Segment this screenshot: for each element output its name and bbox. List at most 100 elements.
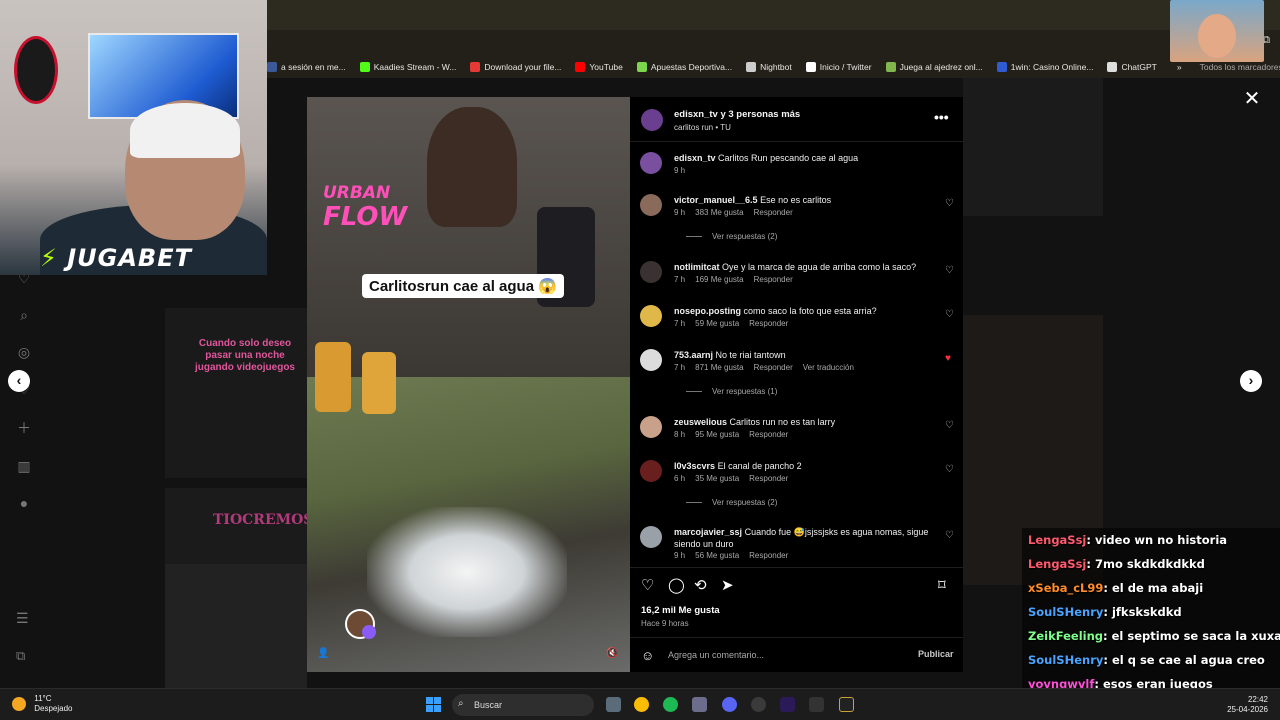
reply-button[interactable]: Responder	[749, 319, 788, 328]
previous-post-button[interactable]: ‹	[8, 370, 30, 392]
app-icon[interactable]	[809, 697, 824, 712]
view-replies-button[interactable]: Ver respuestas (2)	[686, 498, 777, 507]
app-icon[interactable]	[839, 697, 854, 712]
likes-count[interactable]: 16,2 mil Me gusta	[641, 605, 720, 616]
bookmark-item[interactable]: Download your file...	[470, 62, 561, 72]
comment-icon[interactable]: ◯	[668, 576, 685, 594]
comment-like-icon[interactable]: ♡	[945, 265, 954, 276]
bookmark-label: Apuestas Deportiva...	[650, 62, 733, 72]
comment-like-icon[interactable]: ♥	[945, 353, 951, 364]
comment-text: El canal de pancho 2	[717, 461, 802, 471]
share-icon[interactable]: ➤	[721, 576, 734, 594]
comment-username[interactable]: zeuswelious	[674, 417, 727, 427]
reply-button[interactable]: Responder	[749, 551, 788, 560]
mute-icon[interactable]: 🔇	[606, 648, 618, 659]
comment-username[interactable]: nosepo.posting	[674, 306, 741, 316]
bookmark-favicon-icon	[885, 62, 896, 72]
post-audio[interactable]: carlitos run • TU	[674, 123, 731, 132]
more-bookmarks-button[interactable]: »	[1177, 62, 1182, 72]
translate-button[interactable]: Ver traducción	[803, 363, 854, 372]
comment-username[interactable]: l0v3scvrs	[674, 461, 715, 471]
reply-button[interactable]: Responder	[754, 208, 793, 217]
comment-input[interactable]	[668, 647, 898, 663]
emoji-icon[interactable]: ☺	[641, 648, 654, 663]
tagged-user-icon[interactable]: 👤	[317, 648, 329, 659]
dashboard-icon[interactable]: ▥	[17, 458, 30, 475]
comment-likes[interactable]: 383 Me gusta	[695, 208, 743, 217]
more-options-icon[interactable]: •••	[934, 109, 949, 125]
file-explorer-icon[interactable]	[606, 697, 621, 712]
comment-like-icon[interactable]: ♡	[945, 530, 954, 541]
bookmark-item[interactable]: Kaadies Stream - W...	[359, 62, 456, 72]
steam-icon[interactable]	[751, 697, 766, 712]
view-replies-button[interactable]: Ver respuestas (2)	[686, 232, 777, 241]
bookmark-item[interactable]: Juega al ajedrez onl...	[885, 62, 983, 72]
bookmark-item[interactable]: Inicio / Twitter	[805, 62, 872, 72]
view-replies-button[interactable]: Ver respuestas (1)	[686, 387, 777, 396]
comment-username[interactable]: edisxn_tv	[674, 153, 716, 163]
comment-username[interactable]: victor_manuel__6.5	[674, 195, 758, 205]
repost-icon[interactable]: ⟲	[694, 576, 707, 594]
bookmark-favicon-icon	[996, 62, 1007, 72]
comment-likes[interactable]: 35 Me gusta	[695, 474, 739, 483]
commenter-avatar[interactable]	[640, 416, 662, 438]
comment-username[interactable]: notlimitcat	[674, 262, 720, 272]
premiere-icon[interactable]	[780, 697, 795, 712]
comment-likes[interactable]: 56 Me gusta	[695, 551, 739, 560]
bookmark-item[interactable]: 1win: Casino Online...	[996, 62, 1093, 72]
post-author[interactable]: edisxn_tv y 3 personas más	[674, 109, 800, 120]
bookmark-item[interactable]: YouTube	[575, 62, 623, 72]
bg-thumbnail	[165, 564, 307, 688]
reply-button[interactable]: Responder	[749, 430, 788, 439]
commenter-avatar[interactable]	[640, 194, 662, 216]
comment-like-icon[interactable]: ♡	[945, 464, 954, 475]
commenter-avatar[interactable]	[640, 526, 662, 548]
system-clock[interactable]: 22:42 25-04-2026	[1227, 695, 1268, 715]
comment-likes[interactable]: 59 Me gusta	[695, 319, 739, 328]
taskbar-search[interactable]: ⌕ Buscar	[452, 694, 594, 716]
menu-icon[interactable]: ☰	[16, 610, 29, 627]
address-bar[interactable]	[267, 30, 1280, 56]
discord-icon[interactable]	[722, 697, 737, 712]
commenter-avatar[interactable]	[640, 261, 662, 283]
meta-icon[interactable]: ⧉	[16, 648, 25, 664]
chrome-icon[interactable]	[634, 697, 649, 712]
comment-like-icon[interactable]: ♡	[945, 309, 954, 320]
bookmark-item[interactable]: a sesión en me...	[267, 62, 346, 72]
bookmark-item[interactable]: Nightbot	[746, 62, 792, 72]
weather-widget[interactable]: 11°C Despejado	[12, 694, 72, 714]
next-post-button[interactable]: ›	[1240, 370, 1262, 392]
publish-button[interactable]: Publicar	[918, 649, 954, 659]
bookmark-item[interactable]: ChatGPT	[1107, 62, 1157, 72]
commenter-avatar[interactable]	[640, 349, 662, 371]
author-avatar[interactable]	[641, 109, 663, 131]
commenter-avatar[interactable]	[640, 152, 662, 174]
like-icon[interactable]: ♡	[641, 576, 654, 594]
profile-icon[interactable]: ●	[20, 495, 28, 511]
comment-time: 7 h	[674, 275, 686, 284]
close-icon[interactable]: ✕	[1241, 88, 1263, 110]
reel-video[interactable]: URBAN FLOW Carlitosrun cae al agua 😱 👤 🔇	[307, 97, 630, 672]
reply-button[interactable]: Responder	[754, 275, 793, 284]
reply-button[interactable]: Responder	[749, 474, 788, 483]
all-bookmarks-button[interactable]: Todos los marcadores	[1200, 62, 1280, 72]
comment-likes[interactable]: 95 Me gusta	[695, 430, 739, 439]
sun-icon	[12, 697, 26, 711]
comment-username[interactable]: marcojavier_ssj	[674, 527, 742, 537]
commenter-avatar[interactable]	[640, 460, 662, 482]
search-icon[interactable]: ⌕	[20, 307, 28, 324]
spotify-icon[interactable]	[663, 697, 678, 712]
comment-likes[interactable]: 871 Me gusta	[695, 363, 743, 372]
app-icon[interactable]	[692, 697, 707, 712]
comment-username[interactable]: 753.aarnj	[674, 350, 713, 360]
bookmark-item[interactable]: Apuestas Deportiva...	[636, 62, 733, 72]
start-button[interactable]	[426, 697, 441, 712]
comment-like-icon[interactable]: ♡	[945, 420, 954, 431]
comment-likes[interactable]: 169 Me gusta	[695, 275, 743, 284]
explore-icon[interactable]: ◎	[18, 344, 30, 361]
commenter-avatar[interactable]	[640, 305, 662, 327]
reply-button[interactable]: Responder	[754, 363, 793, 372]
create-icon[interactable]: ＋	[17, 418, 31, 438]
comment-like-icon[interactable]: ♡	[945, 198, 954, 209]
save-icon[interactable]: ⌑	[938, 576, 946, 594]
